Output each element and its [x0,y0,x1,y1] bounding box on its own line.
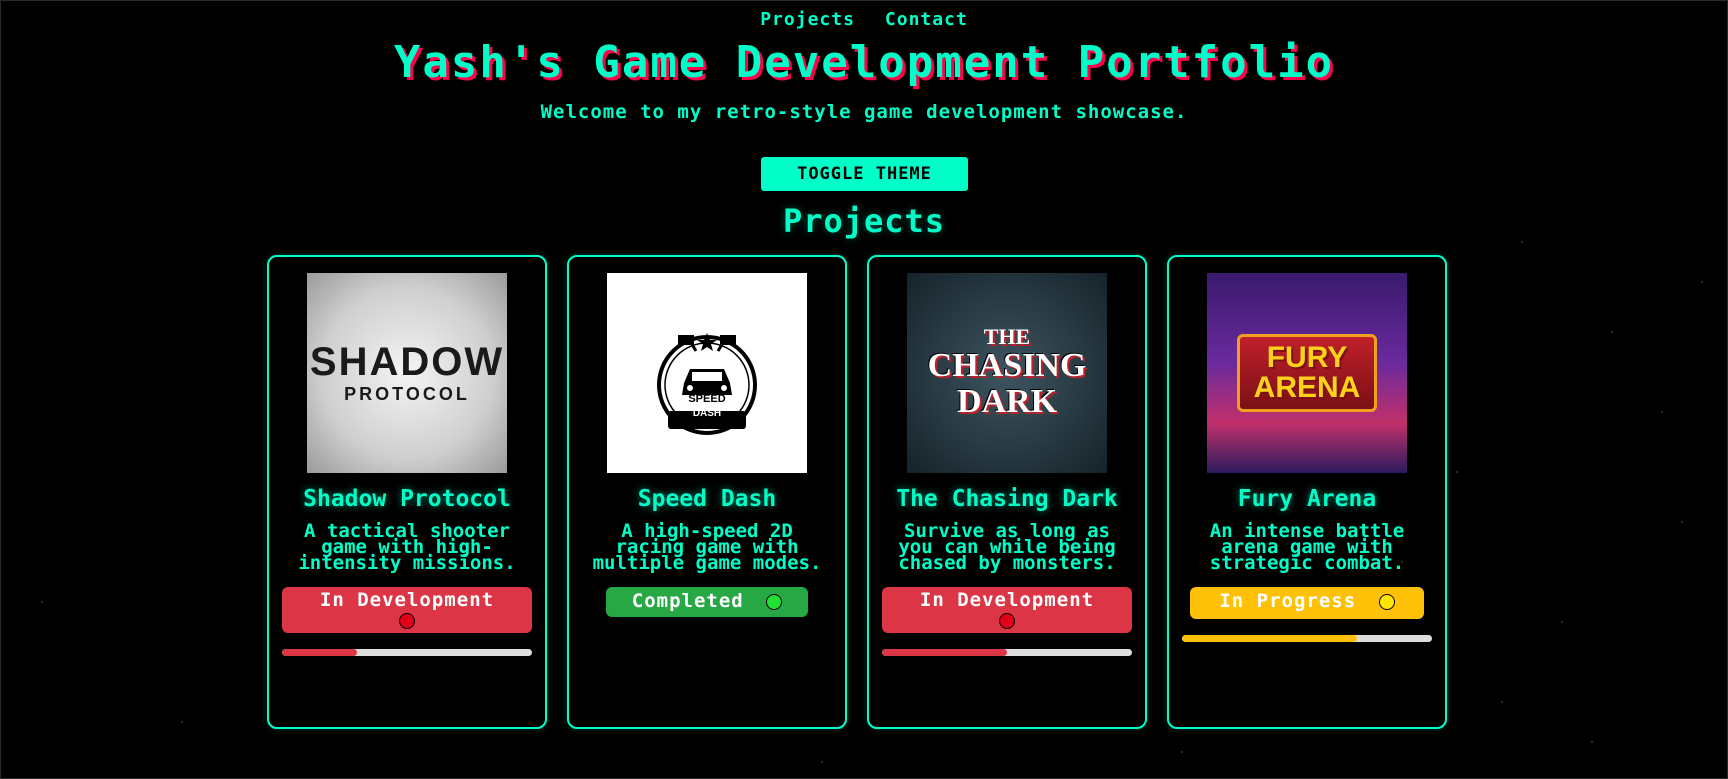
page: Projects Contact Yash's Game Development… [0,0,1728,779]
project-card-the-chasing-dark[interactable]: THE CHASING DARK The Chasing Dark Surviv… [867,255,1147,729]
project-description: Survive as long as you can while being c… [898,520,1116,574]
project-card-speed-dash[interactable]: SPEED DASH Speed Dash A high-speed 2D ra… [567,255,847,729]
status-badge: In Development [882,587,1132,633]
status-dot-icon [1378,593,1395,610]
page-subtitle: Welcome to my retro-style game developme… [540,101,1188,123]
project-title: Speed Dash [637,486,777,512]
shadow-protocol-logo-subtext: PROTOCOL [344,383,470,404]
status-label: Completed [631,590,744,612]
status-label: In Progress [1219,590,1357,612]
status-label: In Development [319,589,495,611]
page-title: Yash's Game Development Portfolio [393,37,1335,88]
status-dot-icon [999,613,1015,629]
shadow-protocol-logo-text: SHADOW [309,339,505,384]
fury-arena-image: FURY ARENA [1207,273,1407,473]
status-label: In Development [919,589,1095,611]
nav-link-contact[interactable]: Contact [885,9,968,30]
project-cards: SHADOW PROTOCOL Shadow Protocol A tactic… [267,255,1447,729]
speed-dash-logo-subtext: DASH [692,408,722,419]
progress-fill [882,649,1007,656]
shadow-protocol-image: SHADOW PROTOCOL [307,273,507,473]
speed-dash-image: SPEED DASH [607,273,807,473]
chasing-dark-logo-text-bottom: DARK [956,383,1058,420]
chasing-dark-logo-text: CHASING [927,347,1087,384]
status-dot-icon [399,613,415,629]
status-dot-icon [766,593,783,610]
progress-fill [282,649,357,656]
fury-arena-logo-subtext: ARENA [1253,371,1361,404]
nav-link-projects[interactable]: Projects [760,9,855,30]
project-title: The Chasing Dark [896,486,1118,512]
speed-dash-logo-icon [657,333,757,435]
top-nav: Projects Contact [1,9,1727,30]
project-card-shadow-protocol[interactable]: SHADOW PROTOCOL Shadow Protocol A tactic… [267,255,547,729]
progress-bar [1182,635,1432,642]
project-card-fury-arena[interactable]: FURY ARENA Fury Arena An intense battle … [1167,255,1447,729]
project-description: A tactical shooter game with high-intens… [298,520,516,574]
status-badge: Completed [606,587,808,617]
progress-bar [282,649,532,656]
speed-dash-logo-text: SPEED [688,393,726,405]
progress-fill [1182,635,1357,642]
toggle-theme-button[interactable]: TOGGLE THEME [761,157,968,191]
status-badge: In Progress [1190,587,1424,619]
projects-heading: Projects [782,202,946,240]
project-title: Shadow Protocol [303,486,511,512]
fury-arena-logo-text: FURY [1266,341,1348,374]
progress-bar [882,649,1132,656]
status-badge: In Development [282,587,532,633]
project-description: An intense battle arena game with strate… [1209,520,1405,574]
chasing-dark-image: THE CHASING DARK [907,273,1107,473]
project-title: Fury Arena [1237,486,1377,512]
chasing-dark-logo-text-top: THE [983,324,1031,349]
project-description: A high-speed 2D racing game with multipl… [592,520,822,574]
